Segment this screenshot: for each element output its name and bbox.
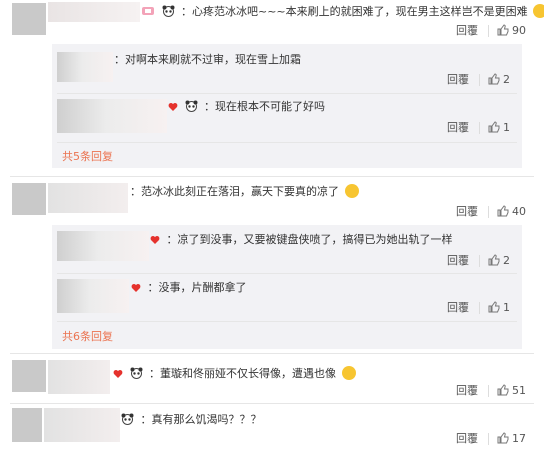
thumbs-up-icon <box>497 432 509 444</box>
divider-line <box>488 206 489 218</box>
username-blurred[interactable] <box>48 360 110 394</box>
reply-divider <box>57 273 517 274</box>
divider-line <box>479 122 480 134</box>
reply-button[interactable]: 回覆 <box>456 205 478 219</box>
reply-avatar[interactable] <box>57 99 167 133</box>
comment-divider <box>10 353 534 354</box>
like-count: 1 <box>503 121 510 134</box>
comment-text: ：董璇和佟丽娅不仅长得像，遭遇也像 <box>149 367 336 380</box>
like-count: 90 <box>512 24 526 37</box>
avatar[interactable] <box>12 183 46 215</box>
divider-line <box>488 433 489 445</box>
more-replies-link[interactable]: 共6条回复 <box>62 330 113 344</box>
username-blurred[interactable] <box>48 2 140 22</box>
divider-line <box>479 255 480 267</box>
comment-text: ：心疼范冰冰吧~~~本来刷上的就困难了，现在男主这样岂不是更困难 <box>181 5 528 18</box>
divider-line <box>479 74 480 86</box>
reply-avatar[interactable] <box>57 52 113 82</box>
reply-text: ：没事，片酬都拿了 <box>147 281 247 294</box>
reply-button[interactable]: 回覆 <box>456 384 478 398</box>
like-count: 2 <box>503 254 510 267</box>
reply-divider <box>57 321 517 322</box>
username-blurred[interactable] <box>44 408 120 442</box>
like-button[interactable]: 90 <box>497 24 526 38</box>
thumbs-up-icon <box>488 254 500 266</box>
reply-button[interactable]: 回覆 <box>447 254 469 268</box>
surprised-emoji-icon <box>533 4 544 18</box>
panda-icon <box>130 367 143 383</box>
divider-line <box>488 385 489 397</box>
comment-divider <box>10 176 534 177</box>
like-count: 40 <box>512 205 526 218</box>
reply-avatar[interactable] <box>57 279 129 313</box>
thumbs-up-icon <box>497 205 509 217</box>
like-count: 2 <box>503 73 510 86</box>
heart-icon <box>113 369 123 383</box>
thumbs-up-icon <box>488 301 500 313</box>
avatar[interactable] <box>12 408 42 442</box>
heart-icon <box>131 283 141 297</box>
reply-button[interactable]: 回覆 <box>456 432 478 446</box>
like-count: 17 <box>512 432 526 445</box>
divider-line <box>488 25 489 37</box>
username-blurred[interactable] <box>48 183 128 213</box>
comment-text: ：范冰冰此刻正在落泪，赢天下要真的凉了 <box>130 185 339 198</box>
thumbs-up-icon <box>497 384 509 396</box>
panda-icon <box>162 5 175 21</box>
like-button[interactable]: 51 <box>497 384 526 398</box>
like-count: 1 <box>503 301 510 314</box>
comment-divider <box>10 403 534 404</box>
laughing-emoji-icon <box>341 366 356 380</box>
reply-text: ：凉了到没事，又要被键盘侠喷了，搞得已为她出轨了一样 <box>166 233 453 246</box>
member-icon <box>141 5 155 21</box>
reply-button[interactable]: 回覆 <box>456 24 478 38</box>
panda-icon <box>121 413 134 429</box>
reply-divider <box>57 142 517 143</box>
like-button[interactable]: 2 <box>488 254 510 268</box>
like-button[interactable]: 40 <box>497 205 526 219</box>
reply-text: ：现在根本不可能了好吗 <box>204 100 325 113</box>
thumbs-up-icon <box>488 121 500 133</box>
like-button[interactable]: 17 <box>497 432 526 446</box>
heart-icon <box>168 102 178 116</box>
thumbs-up-icon <box>497 24 509 36</box>
reply-divider <box>57 93 517 94</box>
divider-line <box>479 302 480 314</box>
like-button[interactable]: 1 <box>488 121 510 135</box>
reply-button[interactable]: 回覆 <box>447 73 469 87</box>
panda-icon <box>185 100 198 116</box>
laughing-emoji-icon <box>344 184 359 198</box>
like-button[interactable]: 2 <box>488 73 510 87</box>
thumbs-up-icon <box>488 73 500 85</box>
reply-button[interactable]: 回覆 <box>447 301 469 315</box>
avatar[interactable] <box>12 360 46 392</box>
reply-text: ：对啊本来刷就不过审，现在雪上加霜 <box>114 53 301 66</box>
like-count: 51 <box>512 384 526 397</box>
more-replies-link[interactable]: 共5条回复 <box>62 150 113 164</box>
reply-avatar[interactable] <box>57 231 149 261</box>
heart-icon <box>150 235 160 249</box>
reply-button[interactable]: 回覆 <box>447 121 469 135</box>
avatar[interactable] <box>12 3 46 35</box>
comment-text: ：真有那么饥渴吗？？？ <box>140 413 262 426</box>
like-button[interactable]: 1 <box>488 301 510 315</box>
